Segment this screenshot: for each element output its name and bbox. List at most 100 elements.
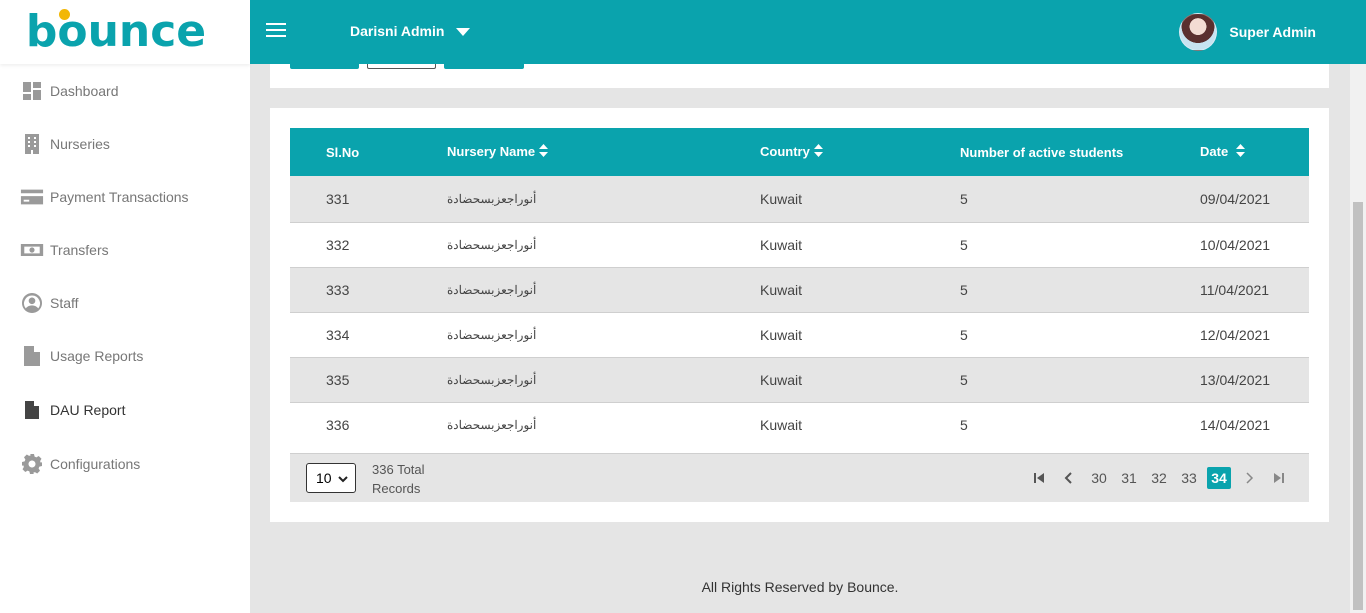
workspace-label: Darisni Admin xyxy=(350,23,445,39)
table-row[interactable]: 331 أنوراجعزبسحضادة Kuwait 5 09/04/2021 xyxy=(290,176,1309,222)
cell-date: 14/04/2021 xyxy=(1200,416,1271,433)
avatar xyxy=(1179,13,1218,51)
table-row[interactable]: 334 أنوراجعزبسحضادة Kuwait 5 12/04/2021 xyxy=(290,312,1309,357)
cell-active-students: 5 xyxy=(960,281,968,298)
last-page-icon[interactable] xyxy=(1267,467,1291,489)
first-page-icon[interactable] xyxy=(1027,467,1051,489)
page-size-select[interactable]: 10 xyxy=(306,463,356,493)
sidebar-item-label: Nurseries xyxy=(50,135,110,152)
sort-icon[interactable] xyxy=(539,144,549,160)
gear-icon xyxy=(20,452,44,476)
cell-date: 12/04/2021 xyxy=(1200,326,1271,343)
sidebar-item-nurseries[interactable]: Nurseries xyxy=(0,117,250,170)
current-page-link[interactable]: 34 xyxy=(1207,467,1231,489)
cell-nursery-name: أنوراجعزبسحضادة xyxy=(447,372,537,387)
sidebar-item-dashboard[interactable]: Dashboard xyxy=(0,64,250,117)
money-bill-icon xyxy=(20,238,44,262)
cell-date: 11/04/2021 xyxy=(1200,281,1270,298)
report-card: Sl.No Nursery Name Country Number of act… xyxy=(270,108,1329,522)
sidebar-item-label: Staff xyxy=(50,294,79,311)
sidebar-item-usage-reports[interactable]: Usage Reports xyxy=(0,329,250,382)
export-button[interactable] xyxy=(444,64,524,69)
cell-slno: 335 xyxy=(326,371,350,388)
hamburger-menu-icon[interactable] xyxy=(266,23,286,41)
logo-dot xyxy=(58,9,70,20)
sort-icon[interactable] xyxy=(813,144,823,160)
column-header-date[interactable]: Date xyxy=(1200,128,1309,176)
cell-nursery-name: أنوراجعزبسحضادة xyxy=(447,237,537,252)
next-page-icon[interactable] xyxy=(1237,467,1261,489)
sidebar: bounce Dashboard Nurseries Payment Trans… xyxy=(0,0,250,613)
column-header-country[interactable]: Country xyxy=(760,128,960,176)
cell-country: Kuwait xyxy=(760,236,803,253)
column-header-slno: Sl.No xyxy=(326,144,360,160)
prev-page-icon[interactable] xyxy=(1057,467,1081,489)
cell-slno: 331 xyxy=(326,190,350,207)
cell-date: 09/04/2021 xyxy=(1200,190,1271,207)
sidebar-item-configurations[interactable]: Configurations xyxy=(0,437,250,490)
page-links: 30 31 32 33 34 xyxy=(1021,467,1291,489)
table-row[interactable]: 336 أنوراجعزبسحضادة Kuwait 5 14/04/2021 xyxy=(290,402,1309,447)
sidebar-item-transfers[interactable]: Transfers xyxy=(0,223,250,276)
cell-country: Kuwait xyxy=(760,190,803,207)
dashboard-icon xyxy=(20,79,44,103)
sidebar-item-label: Usage Reports xyxy=(50,347,144,364)
cell-country: Kuwait xyxy=(760,371,803,388)
top-header: Darisni Admin Super Admin xyxy=(250,0,1366,64)
page-link[interactable]: 33 xyxy=(1177,467,1201,489)
reset-button[interactable] xyxy=(367,64,436,69)
sidebar-item-staff[interactable]: Staff xyxy=(0,276,250,329)
sidebar-nav: Dashboard Nurseries Payment Transactions… xyxy=(0,64,250,490)
cell-nursery-name: أنوراجعزبسحضادة xyxy=(447,282,537,297)
table-row[interactable]: 335 أنوراجعزبسحضادة Kuwait 5 13/04/2021 xyxy=(290,357,1309,402)
cell-active-students: 5 xyxy=(960,416,968,433)
user-menu[interactable]: Super Admin xyxy=(1179,13,1316,51)
cell-active-students: 5 xyxy=(960,236,968,253)
cell-nursery-name: أنوراجعزبسحضادة xyxy=(447,327,537,342)
sidebar-item-dau-report[interactable]: DAU Report xyxy=(0,382,250,437)
table-row[interactable]: 333 أنوراجعزبسحضادة Kuwait 5 11/04/2021 xyxy=(290,267,1309,312)
cell-active-students: 5 xyxy=(960,190,968,207)
total-records: 336 Total Records xyxy=(372,462,425,496)
page-link[interactable]: 31 xyxy=(1117,467,1141,489)
page-link[interactable]: 32 xyxy=(1147,467,1171,489)
user-name: Super Admin xyxy=(1229,24,1316,40)
credit-card-icon xyxy=(20,185,44,209)
building-icon xyxy=(20,132,44,156)
sidebar-item-label: Dashboard xyxy=(50,82,119,99)
pagination-bar: 10 336 Total Records 30 31 32 33 34 xyxy=(290,453,1309,502)
cell-nursery-name: أنوراجعزبسحضادة xyxy=(447,191,537,206)
sidebar-item-payment-transactions[interactable]: Payment Transactions xyxy=(0,170,250,223)
cell-slno: 333 xyxy=(326,281,350,298)
cell-country: Kuwait xyxy=(760,326,803,343)
sidebar-item-label: DAU Report xyxy=(50,401,126,418)
cell-slno: 336 xyxy=(326,416,350,433)
file-icon xyxy=(20,398,44,422)
sort-icon[interactable] xyxy=(1236,144,1246,160)
cell-slno: 334 xyxy=(326,326,350,343)
logo-area[interactable]: bounce xyxy=(0,0,250,64)
sidebar-item-label: Transfers xyxy=(50,241,109,258)
page-scrollbar[interactable] xyxy=(1350,64,1366,613)
footer-text: All Rights Reserved by Bounce. xyxy=(701,579,899,595)
cell-active-students: 5 xyxy=(960,326,968,343)
filter-card xyxy=(270,64,1329,88)
caret-down-icon xyxy=(456,28,471,36)
cell-country: Kuwait xyxy=(760,281,803,298)
cell-slno: 332 xyxy=(326,236,350,253)
cell-nursery-name: أنوراجعزبسحضادة xyxy=(447,417,537,432)
column-header-nursery-name[interactable]: Nursery Name xyxy=(447,128,760,176)
chevron-down-icon xyxy=(337,472,349,488)
cell-country: Kuwait xyxy=(760,416,803,433)
page-link[interactable]: 30 xyxy=(1087,467,1111,489)
cell-date: 10/04/2021 xyxy=(1200,236,1271,253)
scrollbar-thumb[interactable] xyxy=(1353,202,1363,610)
file-icon xyxy=(20,344,44,368)
dau-report-table: Sl.No Nursery Name Country Number of act… xyxy=(290,128,1309,447)
table-header-row: Sl.No Nursery Name Country Number of act… xyxy=(290,128,1309,176)
bounce-logo[interactable]: bounce xyxy=(26,9,206,54)
table-row[interactable]: 332 أنوراجعزبسحضادة Kuwait 5 10/04/2021 xyxy=(290,222,1309,267)
filter-button[interactable] xyxy=(290,64,359,69)
user-circle-icon xyxy=(20,291,44,315)
workspace-dropdown[interactable]: Darisni Admin xyxy=(350,23,471,39)
